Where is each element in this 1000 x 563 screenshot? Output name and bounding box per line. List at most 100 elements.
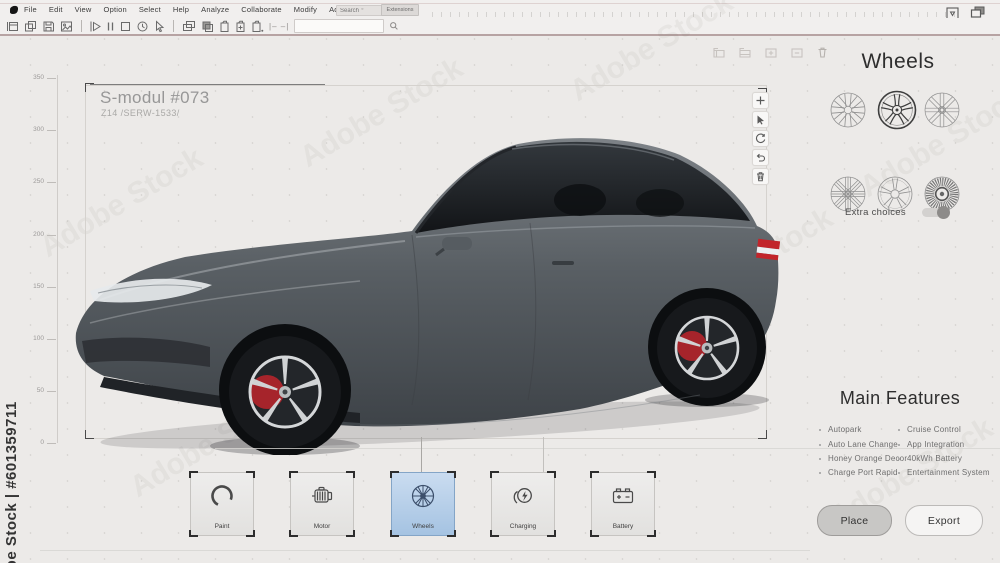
motor-icon — [308, 482, 336, 510]
wheel-option-multi-spoke[interactable] — [829, 91, 867, 129]
paint-icon — [208, 482, 236, 510]
export-button[interactable]: Export — [905, 505, 983, 536]
app-logo-icon[interactable] — [8, 4, 19, 15]
menu-item-collaborate[interactable]: Collaborate — [241, 5, 282, 14]
clipboard-dot-icon[interactable] — [251, 20, 264, 33]
clipboard-icon[interactable] — [219, 20, 230, 33]
tile-paint[interactable]: Paint — [190, 472, 254, 536]
feature-item: Auto Lane Change — [828, 440, 898, 449]
battery-icon — [609, 482, 637, 510]
wheel-option-five-spoke-sport[interactable] — [876, 89, 918, 131]
align-box-bottom-icon[interactable] — [738, 46, 752, 59]
car-model-3d[interactable] — [60, 95, 780, 455]
main-features-title: Main Features — [820, 388, 980, 409]
tile-connector-line — [421, 437, 422, 472]
toolbar-separator — [173, 20, 174, 32]
menu-item-view[interactable]: View — [75, 5, 92, 14]
extensions-button[interactable]: Extensions — [381, 4, 419, 16]
menu-item-select[interactable]: Select — [139, 5, 161, 14]
ruler-label: 300 — [26, 126, 44, 133]
box-add-icon[interactable] — [764, 46, 778, 59]
ruler-label: 0 — [26, 439, 44, 446]
ruler-label: 50 — [26, 387, 44, 394]
ruler-label: 100 — [26, 335, 44, 342]
image-icon[interactable] — [60, 20, 73, 33]
history-tool-button[interactable] — [752, 130, 769, 147]
feature-item: Cruise Control — [907, 425, 961, 434]
tile-label: Battery — [592, 523, 654, 530]
wheel-icon — [409, 482, 437, 510]
delete-tool-button[interactable] — [752, 168, 769, 185]
toolbar-dashes: |– –| — [269, 22, 289, 31]
frame-top-segment — [90, 84, 325, 85]
wheels-panel-title: Wheels — [828, 50, 968, 74]
feature-item: Entertainment System — [907, 468, 990, 477]
tile-label: Paint — [191, 523, 253, 530]
feature-item: Honey Orange Decor — [828, 454, 907, 463]
guide-line — [40, 550, 810, 551]
tile-label: Motor — [291, 523, 353, 530]
ruler-label: 200 — [26, 231, 44, 238]
panel-icon[interactable] — [6, 20, 19, 33]
cursor-icon[interactable] — [154, 20, 165, 33]
add-tool-button[interactable] — [752, 92, 769, 109]
extra-choices-label: Extra choices — [845, 207, 906, 218]
ruler-label: 350 — [26, 74, 44, 81]
rear-wheel — [657, 298, 757, 398]
history-icon[interactable] — [136, 20, 149, 33]
design-canvas-area: Adobe Stock Adobe Stock Adobe Stock Adob… — [0, 36, 1000, 563]
search-icon: ◦ — [361, 6, 363, 13]
charging-icon — [509, 482, 537, 510]
undo-tool-button[interactable] — [752, 149, 769, 166]
menu-item-option[interactable]: Option — [104, 5, 127, 14]
wheel-option-cross-spoke[interactable] — [923, 91, 961, 129]
toolbar: |– –| — [0, 18, 1000, 34]
align-box-left-icon[interactable] — [712, 46, 726, 59]
place-button[interactable]: Place — [817, 505, 892, 536]
tile-connector-line — [543, 437, 544, 472]
menu-item-analyze[interactable]: Analyze — [201, 5, 229, 14]
save-icon[interactable] — [42, 20, 55, 33]
menu-item-help[interactable]: Help — [173, 5, 189, 14]
clipboard-add-icon[interactable] — [235, 20, 246, 33]
stack-icon[interactable] — [201, 20, 214, 33]
feature-item: Charge Port Rapid — [828, 468, 898, 477]
tile-label: Wheels — [392, 523, 454, 530]
menu-item-modify[interactable]: Modify — [294, 5, 317, 14]
top-border-line — [0, 3, 1000, 4]
tile-motor[interactable]: Motor — [290, 472, 354, 536]
feature-item: 40kWh Battery — [907, 454, 962, 463]
pause-icon[interactable] — [106, 20, 115, 33]
box-remove-icon[interactable] — [790, 46, 804, 59]
model-title: S-modul #073 — [100, 88, 209, 108]
extensions-label: Extensions — [387, 7, 414, 13]
ruler-label: 150 — [26, 283, 44, 290]
export-button-label: Export — [928, 515, 960, 527]
menu-item-edit[interactable]: Edit — [49, 5, 63, 14]
menu-item-file[interactable]: File — [24, 5, 37, 14]
toggle-knob[interactable] — [937, 206, 950, 219]
tile-battery[interactable]: Battery — [591, 472, 655, 536]
select-tool-button[interactable] — [752, 111, 769, 128]
tile-charging[interactable]: Charging — [491, 472, 555, 536]
toolbar-search-input[interactable] — [294, 19, 384, 33]
extra-choices-toggle[interactable] — [922, 208, 949, 217]
feature-item: Autopark — [828, 425, 862, 434]
front-wheel — [229, 336, 341, 448]
ruler-label: 250 — [26, 178, 44, 185]
tile-wheels[interactable]: Wheels — [391, 472, 455, 536]
place-button-label: Place — [841, 515, 869, 527]
feature-item: App Integration — [907, 440, 964, 449]
play-icon[interactable] — [90, 20, 101, 33]
toolbar-separator — [81, 20, 82, 32]
tile-label: Charging — [492, 523, 554, 530]
frame-corner — [85, 83, 94, 92]
layers-icon[interactable] — [24, 20, 37, 33]
cascade-icon[interactable] — [182, 20, 196, 33]
car-configurator-window: File Edit View Option Select Help Analyz… — [0, 0, 1000, 563]
search-icon — [389, 21, 399, 31]
stock-watermark-text: Adobe Stock | #601359711 — [3, 280, 20, 563]
model-subtitle: Z14 /SERW-1533/ — [101, 108, 180, 118]
stop-icon[interactable] — [120, 20, 131, 33]
menu-search-input[interactable] — [336, 5, 383, 16]
